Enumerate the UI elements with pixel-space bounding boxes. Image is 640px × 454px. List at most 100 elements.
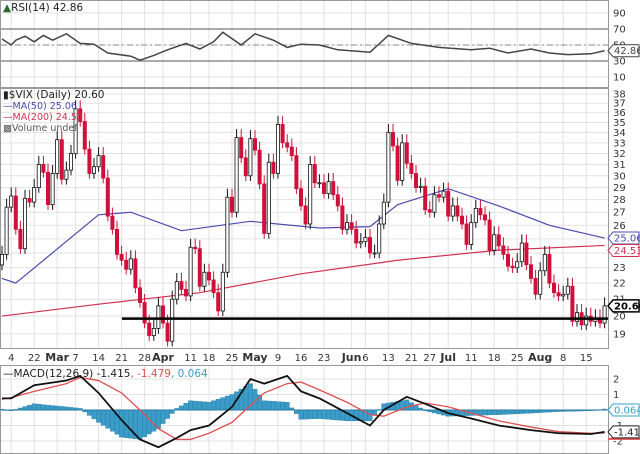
candle-body — [496, 234, 501, 247]
candle-body — [92, 166, 97, 174]
candle-body — [455, 205, 460, 217]
rsi-tick-label: 70 — [613, 25, 626, 36]
candle-body — [367, 237, 372, 254]
candle-body — [478, 208, 483, 216]
price-value-tag-text: 20.60 — [614, 301, 640, 312]
candle-body — [519, 242, 524, 263]
macd-histogram-bar — [59, 406, 65, 411]
candle-body — [206, 271, 211, 281]
candle-body — [441, 190, 446, 198]
candle-body — [510, 265, 515, 269]
candle-body — [257, 149, 262, 185]
rsi-tick-label: 10 — [613, 73, 626, 84]
price-tick-label: 26 — [613, 221, 626, 232]
macd-histogram-bar — [478, 409, 483, 416]
macd-histogram-bar — [41, 404, 46, 411]
macd-histogram-tag: 0.064 — [607, 403, 640, 417]
x-tick-label: 7 — [72, 353, 78, 364]
macd-histogram-bar — [100, 409, 106, 426]
x-tick-label: Mar — [45, 351, 69, 364]
ma200-swatch: — — [3, 112, 13, 123]
price-tick-label: 28 — [613, 195, 626, 206]
x-tick-label: 16 — [295, 353, 308, 364]
candle-body — [216, 292, 221, 312]
candle-body — [390, 132, 395, 147]
macd-histogram-bar — [220, 397, 226, 411]
macd-histogram-bar — [86, 409, 92, 416]
candle-body — [271, 161, 276, 174]
price-tick-label: 20 — [613, 312, 626, 323]
candle-body — [349, 222, 354, 230]
candle-body — [575, 312, 580, 322]
macd-histogram-bar — [501, 409, 506, 415]
candle-body — [165, 322, 170, 342]
ma200-line — [1, 244, 605, 317]
candle-body — [561, 293, 566, 297]
macd-histogram-bar — [105, 409, 111, 429]
stock-chart: 4 22 Mar 7 14 21 28 Apr 11 18 25 May 9 16 23 Jun 6 13 21 27… — [0, 0, 640, 454]
macd-histogram-bar — [303, 409, 308, 420]
ma50-value-tag: 25.06 — [607, 231, 640, 245]
candle-body — [225, 196, 230, 273]
price-tick-label: 33 — [613, 138, 626, 149]
macd-tick-label: 2 — [613, 375, 619, 386]
ma50-swatch: — — [3, 101, 13, 112]
candle-body — [262, 183, 267, 234]
candle-body — [413, 173, 418, 188]
candle-body — [570, 285, 575, 322]
candle-body — [418, 185, 423, 188]
candle-body — [308, 164, 313, 225]
macd-histogram-bar — [178, 405, 184, 411]
price-tick-label: 30 — [613, 171, 626, 182]
candle-body — [464, 223, 469, 245]
macd-histogram-bar — [413, 405, 419, 411]
macd-histogram-bar — [183, 403, 189, 411]
price-tick-label: 23 — [613, 263, 626, 274]
candle-body — [469, 222, 474, 245]
price-tick-label: 38 — [613, 90, 626, 101]
x-tick-label: 27 — [423, 353, 436, 364]
macd-histogram-bar — [54, 405, 60, 411]
price-tick-label: 32 — [613, 149, 626, 160]
candle-body — [280, 124, 285, 144]
candle-body — [354, 228, 359, 244]
legend-volume-text: Volume undef — [11, 123, 78, 134]
candle-body — [404, 142, 409, 164]
rsi-tick-label: 30 — [613, 57, 626, 68]
candle-body — [298, 188, 303, 207]
candle-body — [197, 248, 202, 287]
candle-body — [50, 173, 55, 206]
candle-body — [266, 161, 271, 234]
candle-body — [538, 270, 543, 295]
macd-histogram-bar — [496, 409, 502, 415]
macd-histogram-bar — [330, 409, 336, 420]
price-tick-label: 27 — [613, 208, 626, 219]
candle-body — [482, 214, 487, 221]
x-tick-label: 21 — [115, 353, 128, 364]
macd-histogram-bar — [197, 401, 203, 411]
macd-histogram-bar — [321, 409, 327, 420]
candle-body — [542, 254, 547, 272]
candle-body — [501, 245, 506, 255]
candle-body — [252, 138, 257, 151]
macd-histogram-bar — [169, 409, 175, 414]
macd-histogram-bar — [224, 395, 230, 411]
candle-body — [303, 205, 308, 225]
candle-body — [179, 281, 184, 290]
rsi-value-tag: 42.86 — [607, 44, 640, 57]
candle-body — [487, 219, 492, 251]
x-tick-label: 6 — [362, 353, 368, 364]
x-tick-label: 21 — [405, 353, 418, 364]
candle-body — [183, 289, 188, 297]
candle-body — [289, 146, 294, 157]
price-tick-label: 29 — [613, 183, 626, 194]
x-tick-label: Jun — [341, 351, 362, 364]
candle-body — [170, 298, 175, 342]
x-tick-label: 14 — [92, 353, 105, 364]
macd-histogram-bar — [160, 409, 166, 424]
candle-body — [395, 145, 400, 181]
candle-body — [326, 181, 331, 194]
x-tick-label: 28 — [138, 353, 151, 364]
candle-body — [59, 139, 64, 180]
candle-body — [409, 162, 414, 174]
